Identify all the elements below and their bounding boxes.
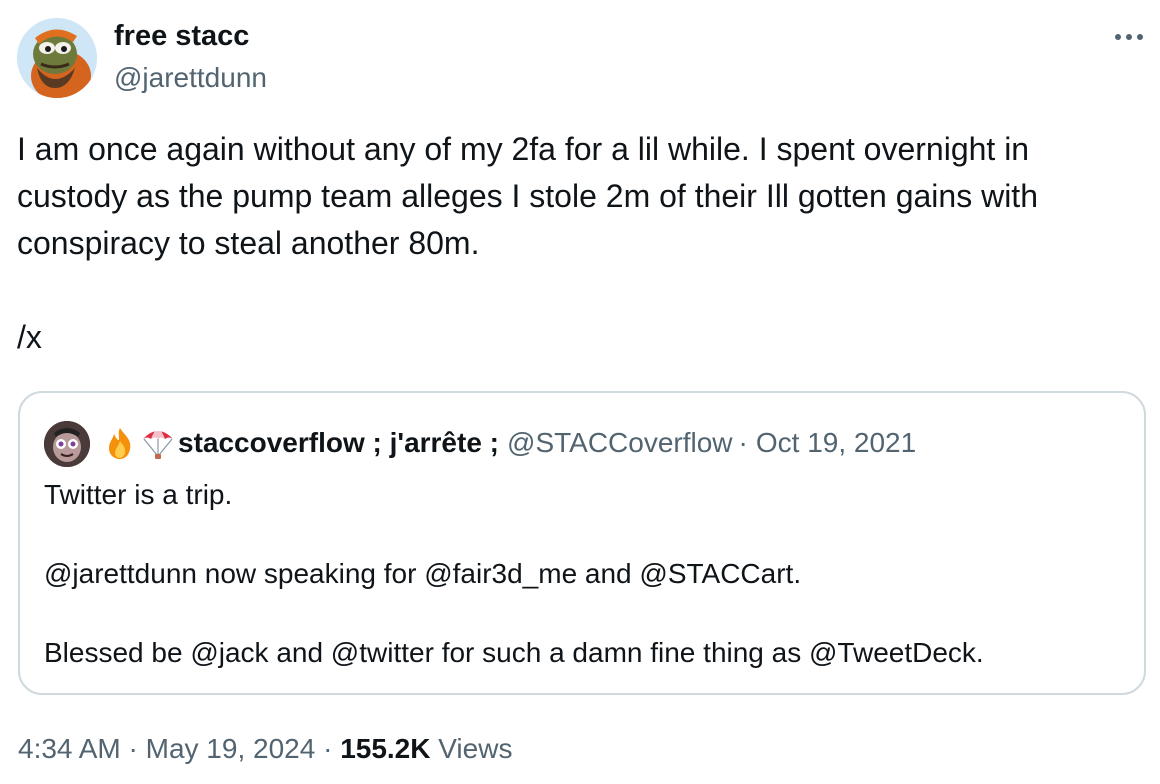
- views-count: 155.2K: [340, 733, 431, 764]
- quoted-avatar-icon: [44, 421, 90, 467]
- more-options-button[interactable]: [1112, 22, 1146, 52]
- fire-emoji-icon: [102, 425, 138, 461]
- quoted-tweet-text: Twitter is a trip. @jarettdunn now speak…: [44, 475, 1124, 673]
- views-label: Views: [438, 733, 513, 764]
- pepe-avatar-icon: [17, 18, 97, 98]
- more-horizontal-icon: [1115, 34, 1143, 40]
- quoted-tweet-card[interactable]: staccoverflow ; j'arrête ; @STACCoverflo…: [18, 391, 1146, 695]
- meta-separator: ·: [128, 733, 138, 764]
- meta-separator: ·: [323, 733, 333, 764]
- quoted-display-name[interactable]: staccoverflow ; j'arrête ;: [178, 427, 499, 459]
- tweet-date[interactable]: May 19, 2024: [146, 733, 316, 764]
- author-display-name[interactable]: free stacc: [114, 20, 249, 53]
- quoted-separator: ·: [738, 427, 748, 458]
- quoted-text-line: Blessed be @jack and @twitter for such a…: [44, 637, 984, 668]
- tweet-time[interactable]: 4:34 AM: [18, 733, 121, 764]
- parachute-emoji-icon: [140, 425, 176, 461]
- quoted-author-avatar[interactable]: [44, 421, 90, 467]
- tweet-meta: 4:34 AM · May 19, 2024 · 155.2K Views: [18, 733, 512, 765]
- tweet-text-line: I am once again without any of my 2fa fo…: [17, 131, 1038, 261]
- quoted-text-line: Twitter is a trip.: [44, 479, 233, 510]
- author-handle[interactable]: @jarettdunn: [114, 62, 267, 94]
- quoted-handle[interactable]: @STACCoverflow: [507, 427, 733, 459]
- quoted-date[interactable]: Oct 19, 2021: [756, 427, 916, 459]
- author-avatar[interactable]: [17, 18, 97, 98]
- tweet-text: I am once again without any of my 2fa fo…: [17, 126, 1147, 361]
- tweet-text-line: /x: [17, 319, 42, 355]
- quoted-text-line: @jarettdunn now speaking for @fair3d_me …: [44, 558, 802, 589]
- quoted-header: staccoverflow ; j'arrête ; @STACCoverflo…: [102, 423, 916, 463]
